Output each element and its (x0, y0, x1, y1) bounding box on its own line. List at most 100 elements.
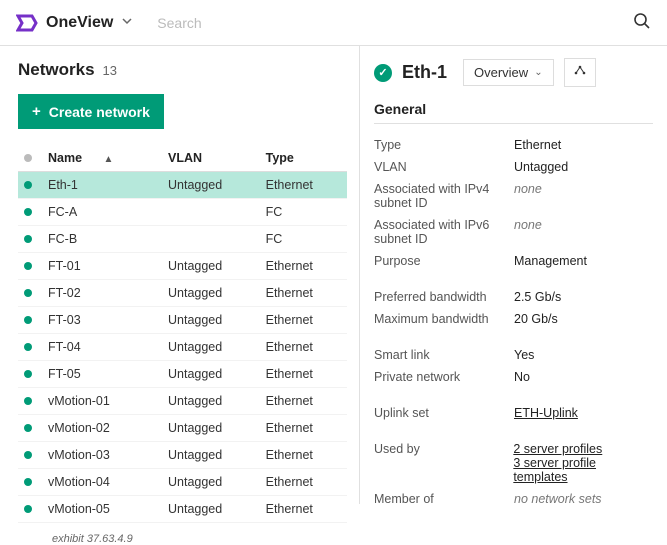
cell-type: Ethernet (260, 388, 347, 415)
status-dot-icon (24, 154, 32, 162)
cell-name: FT-05 (42, 361, 162, 388)
status-dot-icon (24, 397, 32, 405)
search-input[interactable] (157, 15, 633, 31)
detail-key: Member of (374, 492, 514, 504)
status-dot-icon (24, 451, 32, 459)
cell-vlan: Untagged (162, 469, 260, 496)
status-dot-icon (24, 208, 32, 216)
table-row[interactable]: FC-BFC (18, 226, 347, 253)
detail-key: Associated with IPv4 subnet ID (374, 182, 514, 210)
detail-row: PurposeManagement (374, 250, 653, 272)
detail-value: none (514, 218, 542, 246)
table-row[interactable]: vMotion-04UntaggedEthernet (18, 469, 347, 496)
actions-menu-button[interactable] (564, 58, 596, 87)
view-selector[interactable]: Overview ⌄ (463, 59, 554, 86)
network-list-pane: Networks 13 + Create network Name ▲ VLAN… (0, 46, 360, 504)
table-row[interactable]: FT-05UntaggedEthernet (18, 361, 347, 388)
cell-type: Ethernet (260, 415, 347, 442)
detail-key: Type (374, 138, 514, 152)
exhibit-label: exhibit 37.63.4.9 (52, 533, 347, 545)
detail-value: 2.5 Gb/s (514, 290, 561, 304)
detail-row: Associated with IPv4 subnet IDnone (374, 178, 653, 214)
detail-key: Smart link (374, 348, 514, 362)
table-row[interactable]: vMotion-02UntaggedEthernet (18, 415, 347, 442)
detail-link[interactable]: 3 server profile templates (513, 456, 653, 484)
detail-key: Used by (374, 442, 513, 484)
cell-type: Ethernet (260, 334, 347, 361)
table-row[interactable]: FT-01UntaggedEthernet (18, 253, 347, 280)
table-row[interactable]: FT-02UntaggedEthernet (18, 280, 347, 307)
detail-value: Management (514, 254, 587, 268)
table-row[interactable]: Eth-1UntaggedEthernet (18, 172, 347, 199)
table-row[interactable]: vMotion-01UntaggedEthernet (18, 388, 347, 415)
sort-asc-icon: ▲ (104, 154, 114, 165)
list-count: 13 (103, 63, 117, 78)
table-row[interactable]: FT-04UntaggedEthernet (18, 334, 347, 361)
detail-row: Used by2 server profiles3 server profile… (374, 438, 653, 488)
detail-key: Purpose (374, 254, 514, 268)
app-switcher-chevron-icon[interactable] (121, 15, 133, 30)
table-row[interactable]: FC-AFC (18, 199, 347, 226)
detail-row: VLANUntagged (374, 156, 653, 178)
cell-name: FT-03 (42, 307, 162, 334)
detail-group: TypeEthernetVLANUntaggedAssociated with … (374, 134, 653, 272)
status-dot-icon (24, 181, 32, 189)
status-dot-icon (24, 343, 32, 351)
cell-vlan: Untagged (162, 280, 260, 307)
network-table: Name ▲ VLAN Type Eth-1UntaggedEthernetFC… (18, 145, 347, 523)
detail-value: No (514, 370, 530, 384)
detail-title: Eth-1 (402, 62, 447, 83)
cell-type: FC (260, 226, 347, 253)
search-wrap (157, 15, 633, 31)
col-name[interactable]: Name ▲ (42, 145, 162, 172)
detail-row: Maximum bandwidth20 Gb/s (374, 308, 653, 330)
cell-vlan (162, 199, 260, 226)
plus-icon: + (32, 103, 41, 120)
col-status[interactable] (18, 145, 42, 172)
cell-type: FC (260, 199, 347, 226)
col-vlan[interactable]: VLAN (162, 145, 260, 172)
cell-type: Ethernet (260, 469, 347, 496)
detail-link[interactable]: 2 server profiles (513, 442, 653, 456)
detail-value: Yes (514, 348, 534, 362)
table-row[interactable]: vMotion-03UntaggedEthernet (18, 442, 347, 469)
status-dot-icon (24, 370, 32, 378)
create-network-button[interactable]: + Create network (18, 94, 164, 129)
cell-vlan: Untagged (162, 361, 260, 388)
detail-value: Ethernet (514, 138, 561, 152)
chevron-down-icon: ⌄ (534, 67, 542, 78)
table-row[interactable]: vMotion-05UntaggedEthernet (18, 496, 347, 523)
cell-vlan: Untagged (162, 253, 260, 280)
cell-vlan: Untagged (162, 442, 260, 469)
status-dot-icon (24, 289, 32, 297)
cell-vlan: Untagged (162, 172, 260, 199)
detail-group: Uplink setETH-Uplink (374, 402, 653, 424)
cell-vlan: Untagged (162, 388, 260, 415)
col-type[interactable]: Type (260, 145, 347, 172)
detail-row: Associated with IPv6 subnet IDnone (374, 214, 653, 250)
detail-group: Preferred bandwidth2.5 Gb/sMaximum bandw… (374, 286, 653, 330)
detail-row: TypeEthernet (374, 134, 653, 156)
detail-row: Uplink setETH-Uplink (374, 402, 653, 424)
detail-value[interactable]: ETH-Uplink (514, 406, 578, 420)
detail-row: Member ofno network sets (374, 488, 653, 504)
cell-vlan: Untagged (162, 307, 260, 334)
app-logo[interactable]: OneView (16, 14, 113, 32)
detail-row: Preferred bandwidth2.5 Gb/s (374, 286, 653, 308)
cell-type: Ethernet (260, 253, 347, 280)
status-ok-icon: ✓ (374, 64, 392, 82)
status-dot-icon (24, 316, 32, 324)
detail-key: VLAN (374, 160, 514, 174)
status-dot-icon (24, 235, 32, 243)
detail-key: Uplink set (374, 406, 514, 420)
detail-value: no network sets (514, 492, 602, 504)
table-row[interactable]: FT-03UntaggedEthernet (18, 307, 347, 334)
detail-key: Private network (374, 370, 514, 384)
detail-group: Smart linkYesPrivate networkNo (374, 344, 653, 388)
cell-vlan: Untagged (162, 334, 260, 361)
status-dot-icon (24, 505, 32, 513)
search-icon[interactable] (633, 12, 651, 33)
cell-name: Eth-1 (42, 172, 162, 199)
cell-name: FT-01 (42, 253, 162, 280)
section-title: General (374, 101, 653, 124)
